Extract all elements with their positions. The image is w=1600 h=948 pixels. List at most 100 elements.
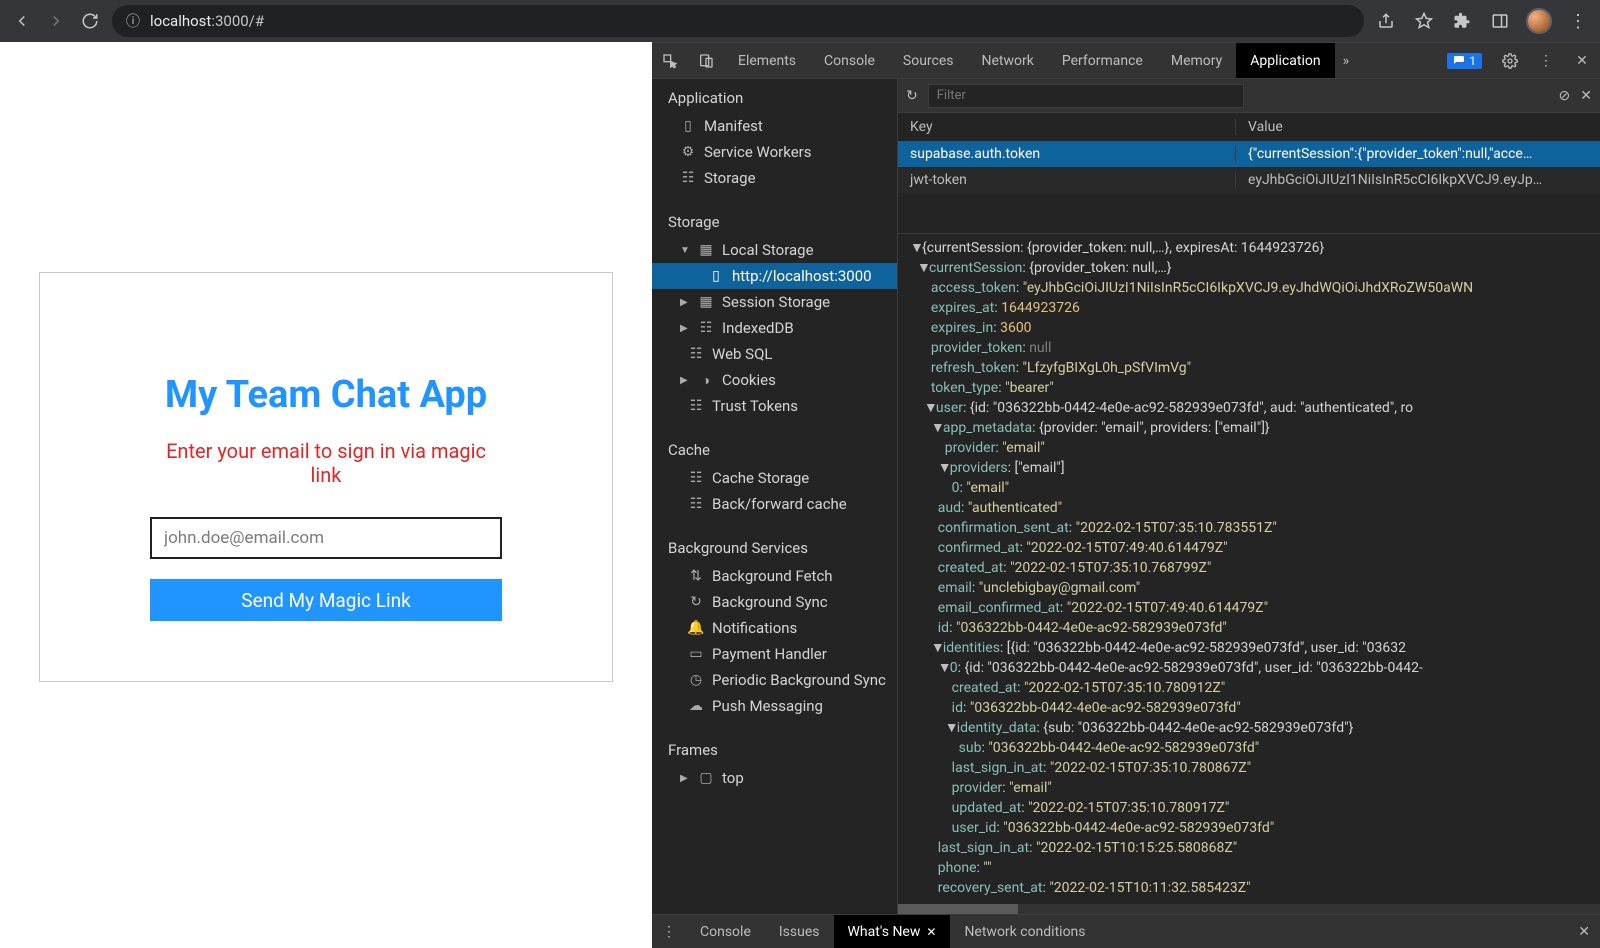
sidebar-item-storage[interactable]: ☷Storage <box>652 165 897 191</box>
sidebar-item-bg-fetch[interactable]: ⇅Background Fetch <box>652 563 897 589</box>
drawer-tab-issues[interactable]: Issues <box>765 915 834 948</box>
site-info-icon[interactable]: ⓘ <box>126 11 140 31</box>
chevron-right-icon: ▶ <box>680 375 690 386</box>
filter-input[interactable] <box>928 84 1244 108</box>
cookie-icon: ◑ <box>698 372 714 389</box>
grid-icon: ▦ <box>698 294 714 310</box>
header-value: Value <box>1236 119 1600 135</box>
clear-icon[interactable]: ⊘ <box>1559 88 1571 104</box>
tab-memory[interactable]: Memory <box>1157 43 1236 78</box>
header-key: Key <box>898 119 1236 135</box>
chevron-right-icon: ▶ <box>680 773 690 784</box>
more-tabs-icon[interactable]: » <box>1335 53 1358 69</box>
back-icon[interactable] <box>10 9 34 33</box>
chevron-right-icon: ▶ <box>680 297 690 308</box>
send-magic-link-button[interactable]: Send My Magic Link <box>150 579 502 621</box>
devtools-menu-icon[interactable]: ⋮ <box>1528 53 1564 69</box>
extensions-icon[interactable] <box>1450 9 1474 33</box>
email-input[interactable] <box>150 517 502 559</box>
sidebar-item-websql[interactable]: ☷Web SQL <box>652 341 897 367</box>
chevron-down-icon: ▼ <box>680 245 690 256</box>
application-sidebar[interactable]: Application ▯Manifest ⚙Service Workers ☷… <box>652 79 898 914</box>
local-storage-table[interactable]: Key Value supabase.auth.token {"currentS… <box>898 113 1600 234</box>
sidebar-item-cache-storage[interactable]: ☷Cache Storage <box>652 465 897 491</box>
browser-toolbar: ⓘ localhost:3000/# ⋮ <box>0 0 1600 42</box>
json-preview[interactable]: ▼ {currentSession: {provider_token: null… <box>898 234 1600 904</box>
inspect-icon[interactable] <box>652 53 688 69</box>
database-icon: ☷ <box>688 398 704 414</box>
devtools-tab-bar: Elements Console Sources Network Perform… <box>652 43 1600 79</box>
forward-icon[interactable] <box>44 9 68 33</box>
database-icon: ☷ <box>688 496 704 512</box>
drawer-menu-icon[interactable]: ⋮ <box>652 924 686 940</box>
refresh-icon[interactable]: ↻ <box>906 88 918 104</box>
table-row[interactable]: jwt-token eyJhbGciOiJIUzI1NiIsInR5cCI6Ik… <box>898 167 1600 193</box>
sidebar-item-manifest[interactable]: ▯Manifest <box>652 113 897 139</box>
panel-icon[interactable] <box>1488 9 1512 33</box>
sidebar-item-local-storage-origin[interactable]: ▯http://localhost:3000 <box>652 263 897 289</box>
sidebar-item-session-storage[interactable]: ▶▦Session Storage <box>652 289 897 315</box>
profile-avatar[interactable] <box>1526 8 1552 34</box>
cloud-icon: ☁ <box>688 698 704 714</box>
star-icon[interactable] <box>1412 9 1436 33</box>
devtools-panel: Elements Console Sources Network Perform… <box>652 42 1600 948</box>
sidebar-item-cookies[interactable]: ▶◑Cookies <box>652 367 897 393</box>
sidebar-item-local-storage[interactable]: ▼▦Local Storage <box>652 237 897 263</box>
database-icon: ☷ <box>688 470 704 486</box>
sync-icon: ↻ <box>688 594 704 610</box>
database-icon: ☷ <box>698 320 714 336</box>
tab-performance[interactable]: Performance <box>1048 43 1157 78</box>
chrome-menu-icon[interactable]: ⋮ <box>1566 9 1590 33</box>
sidebar-item-notifications[interactable]: 🔔Notifications <box>652 615 897 641</box>
devtools-close-icon[interactable]: ✕ <box>1564 53 1600 69</box>
grid-icon: ▦ <box>698 242 714 258</box>
section-cache: Cache <box>652 431 897 465</box>
sidebar-item-frame-top[interactable]: ▶▢top <box>652 765 897 791</box>
close-icon[interactable]: ✕ <box>1580 88 1592 104</box>
share-icon[interactable] <box>1374 9 1398 33</box>
sidebar-item-bfcache[interactable]: ☷Back/forward cache <box>652 491 897 517</box>
settings-icon[interactable] <box>1492 53 1528 69</box>
drawer-close-icon[interactable]: ✕ <box>1568 924 1600 940</box>
sign-in-subtitle: Enter your email to sign in via magic li… <box>150 439 502 487</box>
sidebar-item-indexeddb[interactable]: ▶☷IndexedDB <box>652 315 897 341</box>
table-row[interactable]: supabase.auth.token {"currentSession":{"… <box>898 141 1600 167</box>
reload-icon[interactable] <box>78 9 102 33</box>
section-application: Application <box>652 79 897 113</box>
table-header: Key Value <box>898 113 1600 141</box>
sidebar-item-trust-tokens[interactable]: ☷Trust Tokens <box>652 393 897 419</box>
url-bar[interactable]: ⓘ localhost:3000/# <box>112 5 1364 37</box>
tab-application[interactable]: Application <box>1236 43 1334 78</box>
cell-value: eyJhbGciOiJIUzI1NiIsInR5cCI6IkpXVCJ9.eyJ… <box>1236 172 1600 188</box>
horizontal-scrollbar[interactable] <box>898 904 1600 914</box>
cell-key: supabase.auth.token <box>898 146 1236 162</box>
section-frames: Frames <box>652 731 897 765</box>
sidebar-item-push[interactable]: ☁Push Messaging <box>652 693 897 719</box>
close-icon[interactable]: ✕ <box>926 925 936 939</box>
issues-badge-count: 1 <box>1469 54 1476 68</box>
cell-value: {"currentSession":{"provider_token":null… <box>1236 146 1600 162</box>
device-toggle-icon[interactable] <box>688 53 724 69</box>
drawer-tab-network-conditions[interactable]: Network conditions <box>950 915 1099 948</box>
file-icon: ▯ <box>708 268 724 284</box>
database-icon: ☷ <box>680 170 696 186</box>
sign-in-card: My Team Chat App Enter your email to sig… <box>39 272 613 682</box>
sidebar-item-periodic-sync[interactable]: ◷Periodic Background Sync <box>652 667 897 693</box>
section-background-services: Background Services <box>652 529 897 563</box>
drawer-tab-console[interactable]: Console <box>686 915 765 948</box>
sidebar-item-bg-sync[interactable]: ↻Background Sync <box>652 589 897 615</box>
sidebar-item-payment-handler[interactable]: ▭Payment Handler <box>652 641 897 667</box>
tab-sources[interactable]: Sources <box>889 43 968 78</box>
fetch-icon: ⇅ <box>688 568 704 584</box>
clock-icon: ◷ <box>688 672 704 688</box>
app-title: My Team Chat App <box>150 373 502 417</box>
tab-network[interactable]: Network <box>968 43 1048 78</box>
storage-toolbar: ↻ ⊘ ✕ <box>898 79 1600 113</box>
tab-console[interactable]: Console <box>810 43 889 78</box>
page-viewport: My Team Chat App Enter your email to sig… <box>0 42 652 948</box>
sidebar-item-service-workers[interactable]: ⚙Service Workers <box>652 139 897 165</box>
issues-badge[interactable]: 1 <box>1447 53 1482 69</box>
drawer-tab-whats-new[interactable]: What's New✕ <box>834 915 951 948</box>
section-storage: Storage <box>652 203 897 237</box>
tab-elements[interactable]: Elements <box>724 43 810 78</box>
